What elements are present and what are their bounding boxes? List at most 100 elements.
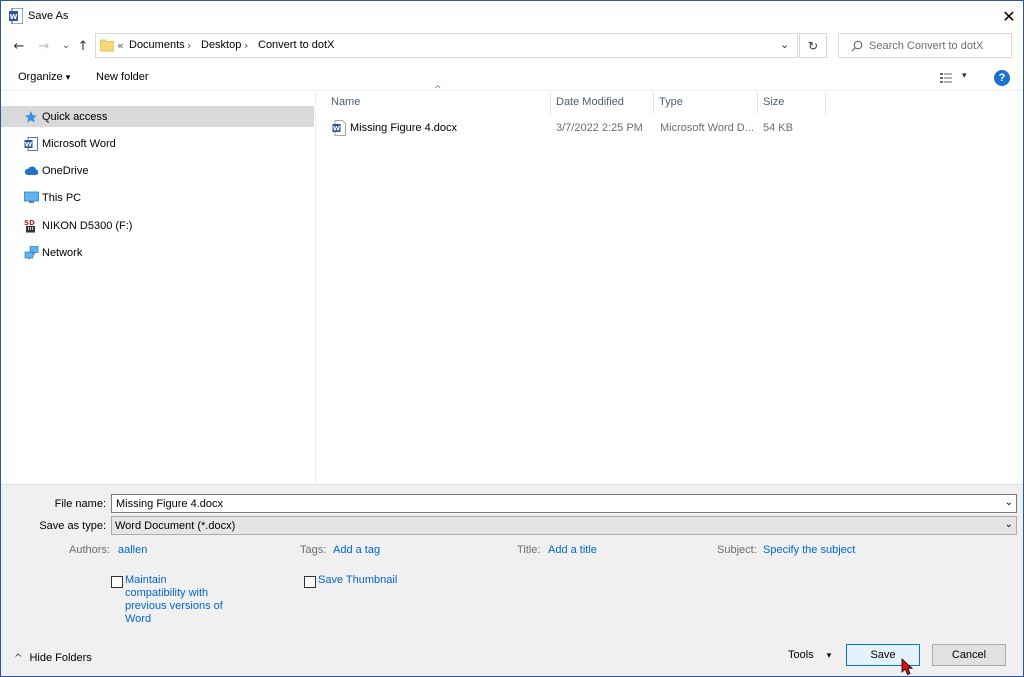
svg-text:W: W	[10, 13, 18, 21]
sidebar-item-label: Quick access	[42, 110, 108, 123]
chevron-down-icon: ⌄	[61, 39, 71, 51]
sidebar-item-quick-access[interactable]: Quick access	[1, 106, 314, 127]
file-name-label: File name:	[54, 498, 106, 510]
back-button[interactable]: ←	[11, 38, 27, 54]
column-divider[interactable]	[757, 92, 758, 114]
mouse-cursor-icon	[901, 658, 915, 676]
close-icon: ✕	[1002, 6, 1016, 26]
network-icon	[23, 245, 39, 261]
cloud-icon	[23, 163, 39, 179]
hide-folders-button[interactable]: ^ Hide Folders	[14, 652, 92, 664]
sidebar-item-microsoft-word[interactable]: W Microsoft Word	[1, 133, 314, 154]
column-header-date-modified[interactable]: Date Modified	[556, 96, 624, 108]
save-as-dialog: W Save As ✕ ← → ⌄ ↑ « Documents › Deskto…	[0, 0, 1024, 677]
address-dropdown-button[interactable]: ⌄	[780, 38, 789, 51]
forward-button[interactable]: →	[36, 38, 52, 54]
file-size: 54 KB	[763, 122, 793, 134]
sd-card-icon: SD	[23, 218, 39, 234]
docx-file-icon: W	[332, 120, 346, 136]
sidebar-item-label: OneDrive	[42, 164, 89, 177]
file-name-field[interactable]: ⌄	[111, 494, 1017, 513]
column-header-size[interactable]: Size	[763, 96, 784, 108]
add-tag-link[interactable]: Add a tag	[333, 544, 380, 556]
word-icon: W	[23, 136, 39, 152]
svg-text:W: W	[25, 140, 32, 148]
subject-label: Subject:	[717, 544, 757, 556]
arrow-up-icon: ↑	[77, 38, 89, 54]
title-label: Title:	[517, 544, 541, 556]
details-view-icon	[940, 73, 952, 83]
window-title: Save As	[28, 10, 69, 22]
hide-folders-label: Hide Folders	[29, 652, 92, 664]
refresh-icon: ↻	[807, 38, 819, 53]
title-bar: W Save As ✕	[1, 1, 1023, 31]
column-divider[interactable]	[550, 92, 551, 114]
chevron-down-icon[interactable]: ⌄	[1005, 497, 1013, 508]
chevron-down-icon: ⌄	[780, 38, 790, 51]
new-folder-button[interactable]: New folder	[96, 71, 149, 83]
up-button[interactable]: ↑	[75, 38, 91, 54]
breadcrumb-overflow[interactable]: «	[117, 39, 124, 52]
breadcrumb-separator: ›	[187, 39, 192, 52]
search-box[interactable]	[838, 33, 1012, 58]
command-bar: Organize ▾ New folder ▾	[1, 65, 1023, 91]
save-thumbnail-checkbox[interactable]	[304, 576, 316, 588]
organize-label: Organize	[18, 71, 63, 83]
tools-button[interactable]: Tools ▾	[788, 649, 831, 661]
view-dropdown-button[interactable]: ▾	[962, 71, 967, 81]
sidebar-item-onedrive[interactable]: OneDrive	[1, 160, 314, 181]
tags-label: Tags:	[300, 544, 327, 556]
authors-value[interactable]: aallen	[118, 544, 147, 556]
view-options-button[interactable]	[939, 71, 955, 85]
cancel-button[interactable]: Cancel	[932, 644, 1006, 666]
arrow-left-icon: ←	[13, 38, 25, 54]
search-input[interactable]	[869, 38, 1009, 54]
save-as-type-value: Word Document (*.docx)	[115, 520, 236, 532]
authors-label: Authors:	[69, 544, 110, 556]
svg-text:SD: SD	[24, 219, 35, 227]
sidebar-item-label: This PC	[42, 191, 82, 204]
file-date-modified: 3/7/2022 2:25 PM	[556, 122, 643, 134]
maintain-compatibility-checkbox[interactable]	[111, 576, 123, 588]
column-divider[interactable]	[653, 92, 654, 114]
address-bar[interactable]: « Documents › Desktop › Convert to dotX …	[95, 33, 798, 58]
tools-label: Tools	[788, 649, 814, 661]
breadcrumb-separator: ›	[244, 39, 249, 52]
save-as-type-label: Save as type:	[39, 520, 106, 532]
sidebar-item-network[interactable]: Network	[1, 242, 314, 263]
organize-button[interactable]: Organize ▾	[18, 71, 70, 83]
add-title-link[interactable]: Add a title	[548, 544, 597, 556]
sidebar-item-label: Network	[42, 246, 83, 259]
column-divider[interactable]	[825, 92, 826, 114]
chevron-down-icon: ⌄	[1004, 519, 1013, 530]
caret-down-icon: ▾	[962, 71, 967, 81]
caret-down-icon: ▾	[65, 73, 71, 83]
column-header-name[interactable]: Name	[331, 96, 360, 108]
file-type: Microsoft Word D...	[660, 122, 754, 134]
breadcrumb-desktop[interactable]: Desktop	[201, 39, 241, 51]
svg-text:W: W	[333, 125, 340, 133]
arrow-right-icon: →	[38, 38, 50, 54]
breadcrumb-convert-to-dotx[interactable]: Convert to dotX	[258, 39, 334, 51]
refresh-button[interactable]: ↻	[799, 33, 827, 58]
recent-locations-button[interactable]: ⌄	[58, 37, 74, 53]
chevron-up-icon: ^	[14, 653, 23, 664]
word-app-icon: W	[9, 7, 24, 25]
sidebar-item-this-pc[interactable]: This PC	[1, 187, 314, 208]
specify-subject-link[interactable]: Specify the subject	[763, 544, 855, 556]
help-button[interactable]: ?	[994, 70, 1010, 86]
sidebar-item-nikon-d5300[interactable]: SD NIKON D5300 (F:)	[1, 215, 314, 236]
save-thumbnail-label[interactable]: Save Thumbnail	[318, 574, 397, 586]
search-icon	[851, 40, 863, 52]
file-name-input[interactable]	[112, 495, 1016, 512]
star-icon	[23, 109, 39, 125]
monitor-icon	[23, 190, 39, 206]
navigation-pane: Quick access W Microsoft Word OneDrive T…	[1, 92, 316, 484]
close-button[interactable]: ✕	[995, 5, 1023, 27]
breadcrumb-documents[interactable]: Documents	[129, 39, 185, 51]
sort-ascending-icon: ^	[434, 85, 442, 95]
column-header-type[interactable]: Type	[659, 96, 683, 108]
file-name[interactable]: Missing Figure 4.docx	[350, 122, 457, 134]
maintain-compatibility-label[interactable]: Maintain compatibility with previous ver…	[125, 574, 223, 626]
save-as-type-select[interactable]: Word Document (*.docx) ⌄	[111, 516, 1017, 535]
